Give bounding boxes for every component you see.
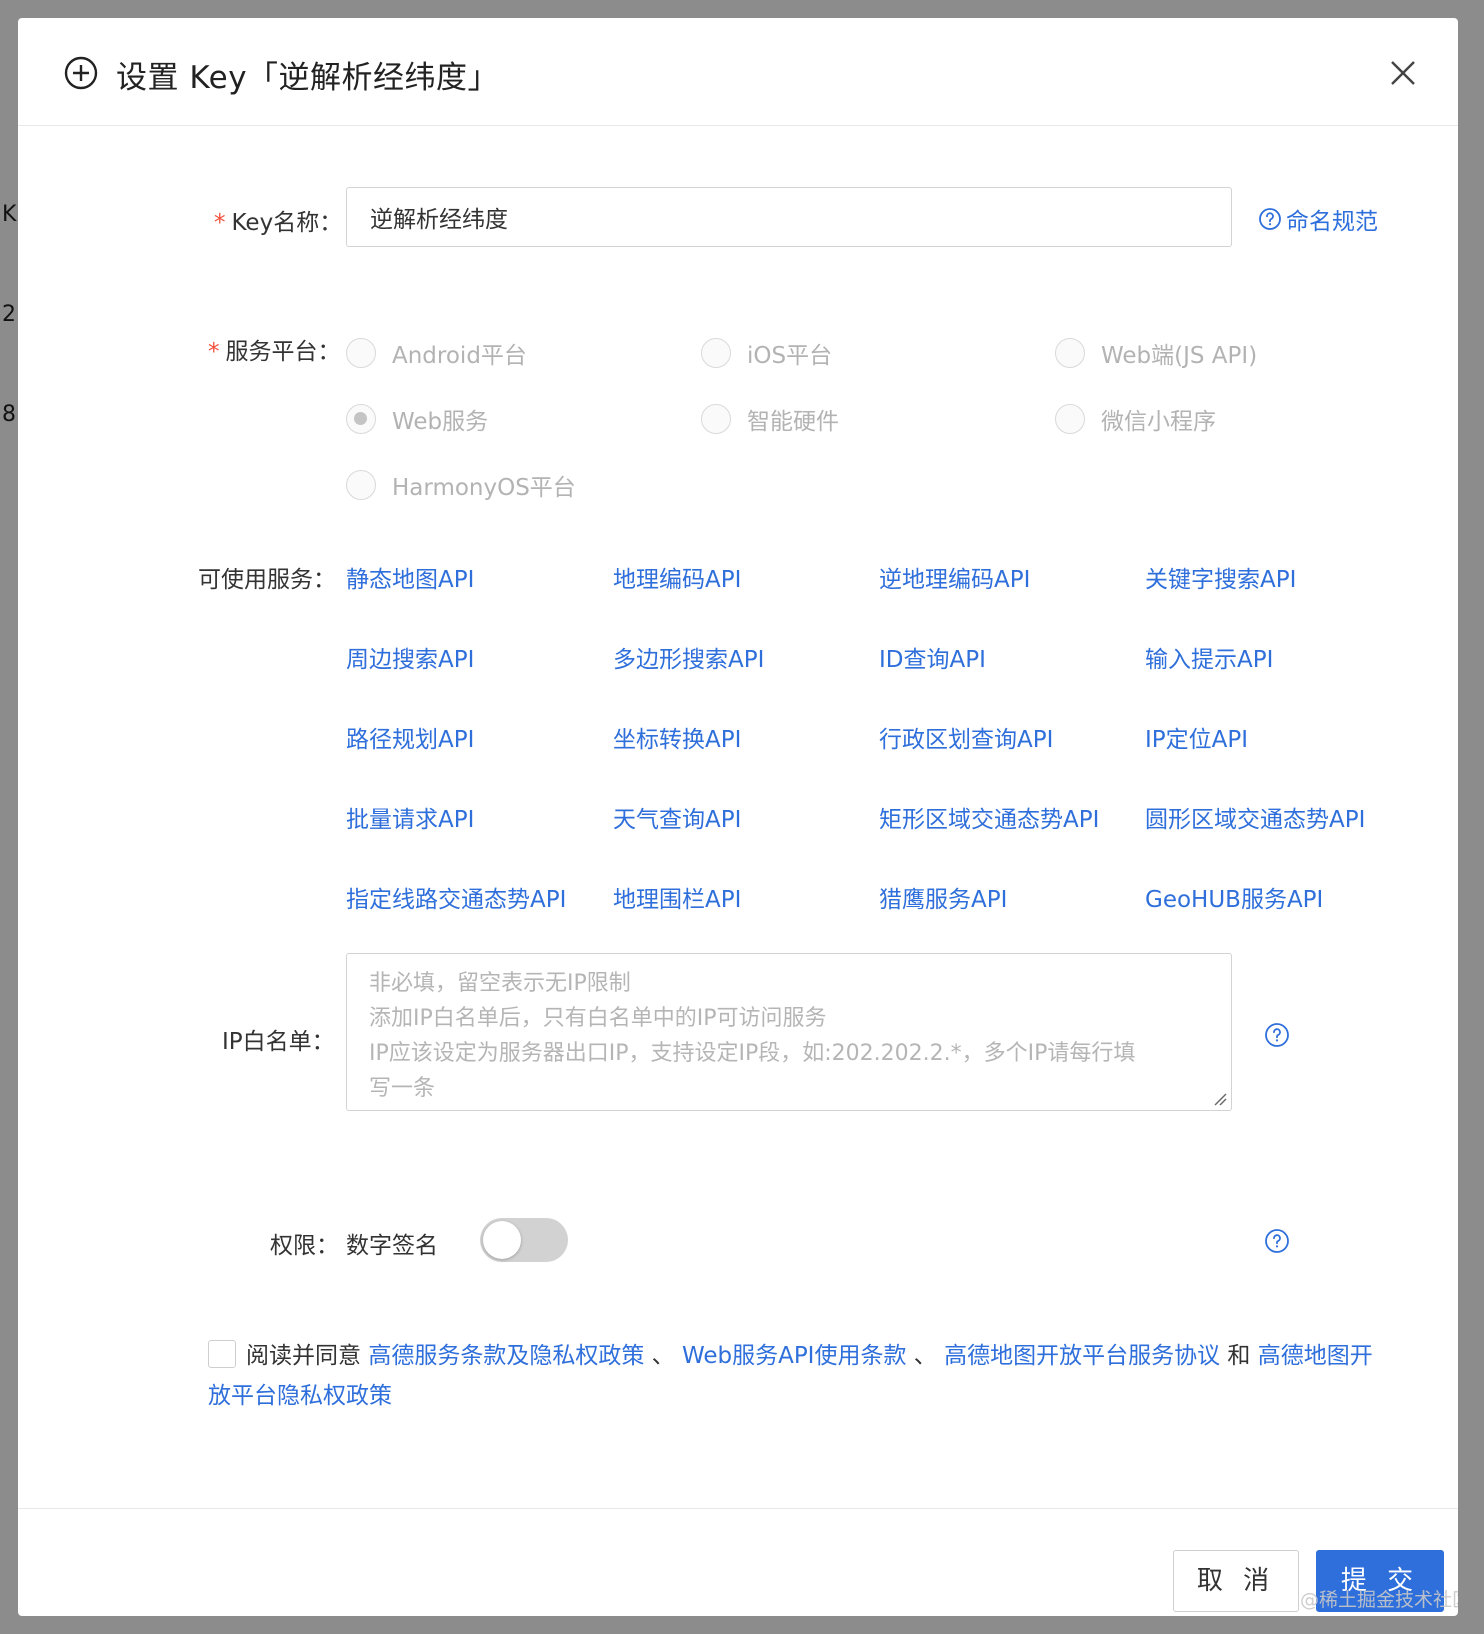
naming-rule-link[interactable]: 命名规范: [1258, 202, 1378, 236]
radio-circle-selected: [346, 404, 376, 434]
radio-circle: [1055, 404, 1085, 434]
radio-circle: [346, 338, 376, 368]
question-circle-icon[interactable]: [1264, 1228, 1290, 1254]
radio-label: 智能硬件: [747, 409, 839, 435]
placeholder-line: 添加IP白名单后，只有白名单中的IP可访问服务: [369, 1006, 827, 1031]
plus-circle-icon: [64, 56, 98, 90]
service-link[interactable]: IP定位API: [1145, 720, 1248, 754]
service-link[interactable]: 猎鹰服务API: [879, 880, 1007, 914]
web-api-terms-link[interactable]: Web服务API使用条款: [682, 1343, 907, 1369]
resize-handle-icon[interactable]: [1213, 1092, 1227, 1106]
service-link[interactable]: 静态地图API: [346, 560, 474, 594]
service-link[interactable]: 地理编码API: [613, 560, 741, 594]
radio-web-js[interactable]: Web端(JS API): [1055, 336, 1257, 370]
service-link[interactable]: 行政区划查询API: [879, 720, 1053, 754]
required-mark: *: [208, 339, 220, 365]
dialog-header: 设置 Key「逆解析经纬度」: [18, 18, 1458, 126]
radio-label: Android平台: [392, 343, 527, 369]
and-text: 和: [1227, 1343, 1251, 1369]
set-key-dialog: 设置 Key「逆解析经纬度」 *Key名称： 命名规范 *服务平台： Andro…: [18, 18, 1458, 1616]
service-link[interactable]: 天气查询API: [613, 800, 741, 834]
services-label: 可使用服务：: [198, 567, 336, 593]
agreement-checkbox[interactable]: [208, 1340, 236, 1368]
platform-service-agreement-link[interactable]: 高德地图开放平台服务协议: [944, 1343, 1220, 1369]
service-link[interactable]: 输入提示API: [1145, 640, 1273, 674]
terms-privacy-link[interactable]: 高德服务条款及隐私权政策: [368, 1343, 644, 1369]
key-name-label-text: Key名称：: [231, 210, 343, 236]
radio-circle: [701, 338, 731, 368]
toggle-knob: [483, 1221, 521, 1259]
radio-circle: [346, 470, 376, 500]
radio-label: 微信小程序: [1101, 409, 1216, 435]
platform-label-text: 服务平台：: [225, 339, 341, 365]
digital-signature-label: 数字签名: [346, 1233, 438, 1259]
radio-wechat-miniprogram[interactable]: 微信小程序: [1055, 402, 1216, 436]
radio-label: Web端(JS API): [1101, 343, 1258, 369]
radio-label: iOS平台: [747, 343, 833, 369]
permission-label: 权限：: [270, 1233, 339, 1259]
service-link[interactable]: 坐标转换API: [613, 720, 741, 754]
service-link[interactable]: 地理围栏API: [613, 880, 741, 914]
radio-harmonyos[interactable]: HarmonyOS平台: [346, 468, 576, 502]
service-link[interactable]: ID查询API: [879, 640, 986, 674]
service-link[interactable]: 关键字搜索API: [1145, 560, 1296, 594]
placeholder-line: 非必填，留空表示无IP限制: [369, 971, 631, 996]
service-link[interactable]: 周边搜索API: [346, 640, 474, 674]
radio-ios[interactable]: iOS平台: [701, 336, 832, 370]
background-text: 2: [2, 302, 16, 327]
key-name-input[interactable]: [346, 187, 1232, 247]
watermark: @稀土掘金技术社区: [1300, 1589, 1458, 1611]
radio-circle: [701, 404, 731, 434]
radio-smart-hardware[interactable]: 智能硬件: [701, 402, 839, 436]
platform-label: * 服务平台：: [208, 332, 341, 366]
background-text: K: [2, 202, 17, 227]
agreement-text: 阅读并同意 高德服务条款及隐私权政策 、 Web服务API使用条款 、 高德地图…: [208, 1336, 1388, 1416]
question-circle-icon[interactable]: [1264, 1022, 1290, 1048]
placeholder-line: 写一条: [369, 1076, 436, 1101]
radio-android[interactable]: Android平台: [346, 336, 527, 370]
radio-label: HarmonyOS平台: [392, 475, 576, 501]
radio-circle: [1055, 338, 1085, 368]
service-link[interactable]: 逆地理编码API: [879, 560, 1030, 594]
service-link[interactable]: 多边形搜索API: [613, 640, 764, 674]
question-circle-icon: [1259, 208, 1281, 230]
service-link[interactable]: 圆形区域交通态势API: [1145, 800, 1365, 834]
ip-whitelist-label: IP白名单：: [222, 1029, 335, 1055]
digital-signature-toggle[interactable]: [480, 1218, 568, 1262]
cancel-button[interactable]: 取 消: [1173, 1550, 1299, 1612]
ip-whitelist-textarea[interactable]: 非必填，留空表示无IP限制 添加IP白名单后，只有白名单中的IP可访问服务 IP…: [346, 953, 1232, 1111]
placeholder-line: IP应该设定为服务器出口IP，支持设定IP段，如:202.202.2.*，多个I…: [369, 1041, 1136, 1066]
radio-web-service[interactable]: Web服务: [346, 402, 488, 436]
agreement-prefix: 阅读并同意: [246, 1343, 361, 1369]
dialog-title: 设置 Key「逆解析经纬度」: [116, 60, 500, 96]
close-icon[interactable]: [1388, 58, 1418, 88]
background-text: 8: [2, 402, 16, 427]
service-link[interactable]: 矩形区域交通态势API: [879, 800, 1099, 834]
service-link[interactable]: 批量请求API: [346, 800, 474, 834]
separator: 、: [651, 1343, 675, 1369]
key-name-label: * Key名称：: [214, 203, 342, 237]
radio-label: Web服务: [392, 409, 489, 435]
service-link[interactable]: 路径规划API: [346, 720, 474, 754]
service-link[interactable]: 指定线路交通态势API: [346, 880, 566, 914]
naming-rule-link-text: 命名规范: [1286, 209, 1378, 235]
required-mark: *: [214, 210, 226, 236]
service-link[interactable]: GeoHUB服务API: [1145, 880, 1323, 914]
separator: 、: [913, 1343, 937, 1369]
